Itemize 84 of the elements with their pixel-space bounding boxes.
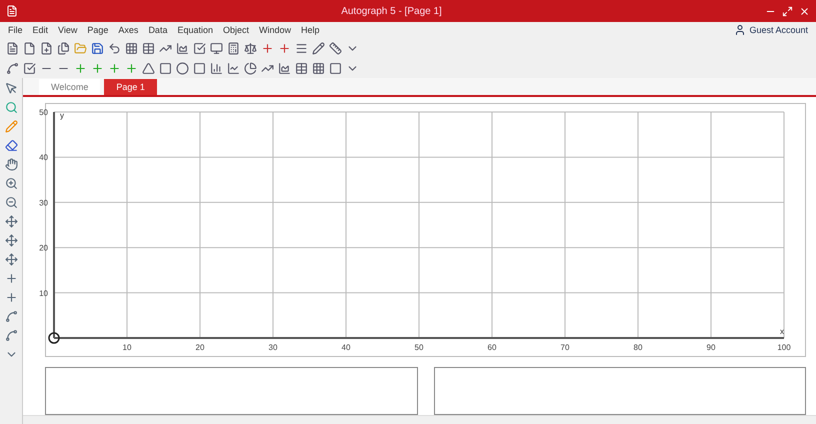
x-tick-label: 20 [196,343,204,352]
plus-icon[interactable] [278,42,291,54]
x-tick-label: 80 [634,343,642,352]
curve-icon[interactable] [4,329,18,342]
square-icon[interactable] [329,62,342,74]
square-icon[interactable] [159,62,172,74]
checkbox-icon[interactable] [23,62,36,74]
window-title: Autograph 5 - [Page 1] [340,6,443,16]
ruler-icon[interactable] [329,42,342,54]
file-icon[interactable] [23,42,36,54]
user-icon[interactable] [734,24,746,36]
grid-icon[interactable] [312,62,325,74]
add-point-icon[interactable] [74,62,87,74]
move-icon[interactable] [4,234,18,247]
x-tick-label: 60 [488,343,496,352]
new-file-icon[interactable] [40,42,53,54]
menu-item[interactable]: Window [259,25,292,35]
menu-icon[interactable] [295,42,308,54]
files-icon[interactable] [57,42,70,54]
move-icon[interactable] [4,215,18,228]
menu-item[interactable]: Help [301,25,320,35]
undo-icon[interactable] [108,42,121,54]
save-icon[interactable] [91,42,104,54]
curve-icon[interactable] [4,310,18,323]
area-chart-icon[interactable] [278,62,291,74]
y-axis-label: y [60,111,64,120]
x-tick-label: 10 [122,343,132,352]
document-icon[interactable] [6,42,19,54]
x-tick-label: 30 [268,343,278,352]
line-chart-icon[interactable] [227,62,240,74]
close-icon[interactable] [799,6,810,16]
add-point-icon[interactable] [91,62,104,74]
x-tick-label: 40 [342,343,350,352]
account-name[interactable]: Guest Account [749,25,808,35]
pointer-icon[interactable] [4,82,18,95]
plus-icon[interactable] [261,42,274,54]
y-tick-label: 20 [39,244,48,253]
area-chart-icon[interactable] [176,42,189,54]
zoom-out-icon[interactable] [4,196,18,209]
zoom-in-icon[interactable] [4,177,18,190]
grid-icon[interactable] [125,42,138,54]
menu-item[interactable]: View [58,25,78,35]
pencil-icon[interactable] [312,42,325,54]
bar-chart-icon[interactable] [210,62,223,74]
menu-item[interactable]: Equation [177,25,213,35]
x-tick-label: 90 [706,343,716,352]
x-axis-label: x [780,327,784,336]
add-point-icon[interactable] [108,62,121,74]
x-tick-label: 100 [777,343,791,352]
x-tick-label: 50 [414,343,424,352]
y-tick-label: 40 [39,153,48,162]
menu-item[interactable]: Page [87,25,108,35]
monitor-icon[interactable] [210,42,223,54]
origin-marker[interactable] [48,332,60,344]
add-point-icon[interactable] [125,62,138,74]
plus-icon[interactable] [4,291,18,304]
search-icon[interactable] [4,101,18,114]
calculator-icon[interactable] [227,42,240,54]
maximize-icon[interactable] [782,6,793,16]
eraser-icon[interactable] [4,139,18,152]
table-icon[interactable] [142,42,155,54]
menu-item[interactable]: Object [222,25,249,35]
y-tick-label: 30 [39,198,48,208]
y-tick-label: 50 [39,108,48,117]
plus-icon[interactable] [4,272,18,285]
checkbox-icon[interactable] [193,42,206,54]
curve-icon[interactable] [6,62,19,74]
square-icon[interactable] [193,62,206,74]
app-icon [6,5,18,17]
x-tick-label: 70 [560,343,570,352]
circle-icon[interactable] [176,62,189,74]
menu-item[interactable]: Data [148,25,168,35]
menu-item[interactable]: File [8,25,23,35]
tab[interactable]: Welcome [39,79,100,95]
table-icon[interactable] [295,62,308,74]
triangle-icon[interactable] [142,62,155,74]
tab[interactable]: Page 1 [104,79,157,95]
hand-icon[interactable] [4,158,18,171]
move-icon[interactable] [4,253,18,266]
scale-icon[interactable] [244,42,257,54]
y-tick-label: 10 [39,288,48,298]
menu-item[interactable]: Edit [32,25,48,35]
pie-chart-icon[interactable] [244,62,257,74]
menu-item[interactable]: Axes [118,25,138,35]
